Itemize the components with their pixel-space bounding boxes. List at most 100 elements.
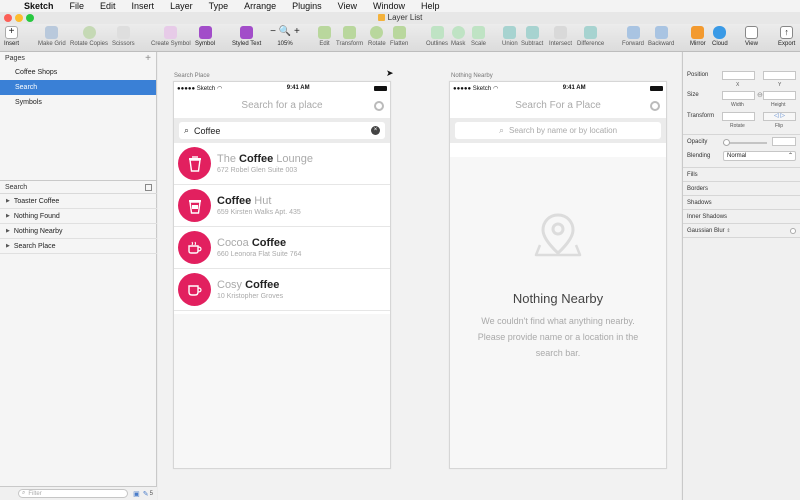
disclosure-triangle-icon[interactable]: ▶ bbox=[6, 224, 10, 239]
window-title: Layer List bbox=[0, 12, 800, 24]
zoom-control[interactable]: − 🔍 + 105% bbox=[270, 26, 300, 47]
add-page-button[interactable]: + bbox=[145, 53, 151, 64]
place-name-match: Coffee bbox=[251, 236, 287, 249]
rotate-field[interactable] bbox=[722, 112, 755, 121]
transform-button[interactable]: Transform bbox=[336, 26, 363, 47]
cloud-button[interactable]: Cloud bbox=[712, 26, 728, 47]
menu-app[interactable]: Sketch bbox=[16, 0, 62, 12]
battery-icon bbox=[374, 85, 387, 91]
rotate-copies-button[interactable]: Rotate Copies bbox=[70, 26, 108, 47]
toggle-checkbox[interactable] bbox=[790, 228, 796, 234]
difference-button[interactable]: Difference bbox=[577, 26, 604, 47]
search-input[interactable]: ⌕ Search by name or by location bbox=[455, 122, 661, 139]
outlines-button[interactable]: Outlines bbox=[426, 26, 448, 47]
menu-insert[interactable]: Insert bbox=[124, 0, 163, 12]
mirror-icon bbox=[691, 26, 705, 39]
layer-row[interactable]: ▶ Nothing Nearby bbox=[0, 224, 157, 239]
edit-button[interactable]: Edit bbox=[318, 26, 331, 47]
subtract-button[interactable]: Subtract bbox=[521, 26, 543, 47]
flip-buttons[interactable]: ◁ ▷ bbox=[763, 112, 796, 121]
menu-help[interactable]: Help bbox=[413, 0, 448, 12]
styled-text-button[interactable]: Styled Text bbox=[232, 26, 261, 47]
gear-icon[interactable] bbox=[650, 101, 660, 111]
forward-button[interactable]: Forward bbox=[622, 26, 644, 47]
create-symbol-button[interactable]: Create Symbol bbox=[151, 26, 191, 47]
width-field[interactable] bbox=[722, 91, 755, 100]
menu-plugins[interactable]: Plugins bbox=[284, 0, 330, 12]
borders-section[interactable]: Borders bbox=[683, 181, 800, 195]
layer-row[interactable]: ▶ Toaster Coffee bbox=[0, 194, 157, 209]
layer-count: 5 bbox=[149, 490, 153, 497]
scale-button[interactable]: Scale bbox=[471, 26, 486, 47]
menu-type[interactable]: Type bbox=[201, 0, 237, 12]
list-item[interactable]: Coffee Hut 659 Kirsten Walks Apt. 435 bbox=[174, 185, 390, 227]
clear-icon[interactable]: × bbox=[371, 126, 380, 135]
blending-select[interactable]: Normal ⌃ bbox=[723, 151, 796, 161]
opacity-field[interactable] bbox=[772, 137, 796, 146]
intersect-button[interactable]: Intersect bbox=[549, 26, 572, 47]
export-button[interactable]: ↑ Export bbox=[778, 26, 795, 47]
menu-layer[interactable]: Layer bbox=[162, 0, 201, 12]
disclosure-triangle-icon[interactable]: ▶ bbox=[6, 194, 10, 209]
mask-button[interactable]: Mask bbox=[451, 26, 465, 47]
page-item-search[interactable]: Search bbox=[0, 80, 156, 95]
lock-icon[interactable]: ⊖ bbox=[757, 91, 763, 99]
page-item-coffee-shops[interactable]: Coffee Shops bbox=[0, 65, 156, 80]
page-item-symbols[interactable]: Symbols bbox=[0, 95, 156, 110]
disclosure-triangle-icon[interactable]: ▶ bbox=[6, 209, 10, 224]
x-field[interactable] bbox=[722, 71, 755, 80]
fills-section[interactable]: Fills bbox=[683, 167, 800, 181]
mirror-button[interactable]: Mirror bbox=[690, 26, 706, 47]
gear-icon[interactable] bbox=[374, 101, 384, 111]
cloud-icon bbox=[713, 26, 727, 39]
menu-view[interactable]: View bbox=[330, 0, 365, 12]
wifi-icon: ◠ bbox=[493, 85, 499, 92]
rotate-button[interactable]: Rotate bbox=[368, 26, 386, 47]
inner-shadows-section[interactable]: Inner Shadows bbox=[683, 209, 800, 223]
make-grid-button[interactable]: Make Grid bbox=[38, 26, 66, 47]
panel-divider[interactable] bbox=[0, 180, 157, 181]
list-item[interactable]: The Coffee Lounge 672 Robel Glen Suite 0… bbox=[174, 143, 390, 185]
backward-label: Backward bbox=[648, 41, 675, 47]
artboard-label-search-place[interactable]: Search Place bbox=[174, 73, 210, 79]
menu-window[interactable]: Window bbox=[365, 0, 413, 12]
symbol-button[interactable]: Symbol bbox=[195, 26, 215, 47]
backward-button[interactable]: Backward bbox=[648, 26, 674, 47]
artboard-nothing-nearby[interactable]: ●●●●● Sketch ◠ 9:41 AM Search For a Place… bbox=[449, 81, 667, 469]
styled-text-icon bbox=[240, 26, 254, 39]
place-name-match: Coffee bbox=[245, 278, 280, 291]
layer-row[interactable]: ▶ Search Place bbox=[0, 239, 157, 254]
insert-button[interactable]: + Insert bbox=[4, 26, 19, 47]
disclosure-triangle-icon[interactable]: ▶ bbox=[6, 239, 10, 254]
edited-filter-icon[interactable]: ✎ bbox=[143, 490, 149, 498]
filter-input[interactable]: ⌕ Filter bbox=[18, 489, 129, 498]
chevron-updown-icon[interactable]: ⇕ bbox=[726, 228, 730, 234]
pages-toggle-icon[interactable]: ▣ bbox=[133, 490, 140, 498]
menu-edit[interactable]: Edit bbox=[92, 0, 124, 12]
mask-icon bbox=[451, 26, 465, 39]
menu-file[interactable]: File bbox=[62, 0, 93, 12]
gaussian-blur-section[interactable]: Gaussian Blur ⇕ bbox=[683, 223, 800, 237]
flatten-button[interactable]: Flatten bbox=[390, 26, 408, 47]
artboard-label-nothing-nearby[interactable]: Nothing Nearby bbox=[451, 73, 493, 79]
scale-label: Scale bbox=[471, 41, 487, 47]
opacity-slider-knob[interactable] bbox=[723, 139, 730, 146]
view-button[interactable]: View bbox=[745, 26, 758, 47]
layer-row[interactable]: ▶ Nothing Found bbox=[0, 209, 157, 224]
collapse-icon[interactable] bbox=[145, 184, 152, 191]
list-item[interactable]: Cosy Coffee 10 Kristopher Groves bbox=[174, 269, 390, 311]
shadows-section[interactable]: Shadows bbox=[683, 195, 800, 209]
search-input[interactable]: ⌕ Coffee × bbox=[179, 122, 385, 139]
plus-icon: + bbox=[5, 26, 18, 39]
artboard-search-place[interactable]: ●●●●● Sketch ◠ 9:41 AM Search for a place… bbox=[173, 81, 391, 469]
y-field[interactable] bbox=[763, 71, 796, 80]
layer-list: ▶ Toaster Coffee ▶ Nothing Found ▶ Nothing … bbox=[0, 194, 157, 254]
menu-arrange[interactable]: Arrange bbox=[236, 0, 284, 12]
scissors-button[interactable]: Scissors bbox=[112, 26, 135, 47]
height-field[interactable] bbox=[763, 91, 796, 100]
canvas[interactable]: Search Place ●●●●● Sketch ◠ 9:41 AM Searc… bbox=[158, 52, 681, 500]
union-button[interactable]: Union bbox=[502, 26, 518, 47]
rotate-label: Rotate bbox=[730, 123, 745, 129]
list-item[interactable]: Cocoa Coffee 660 Leonora Flat Suite 764 bbox=[174, 227, 390, 269]
make-grid-label: Make Grid bbox=[38, 41, 66, 47]
